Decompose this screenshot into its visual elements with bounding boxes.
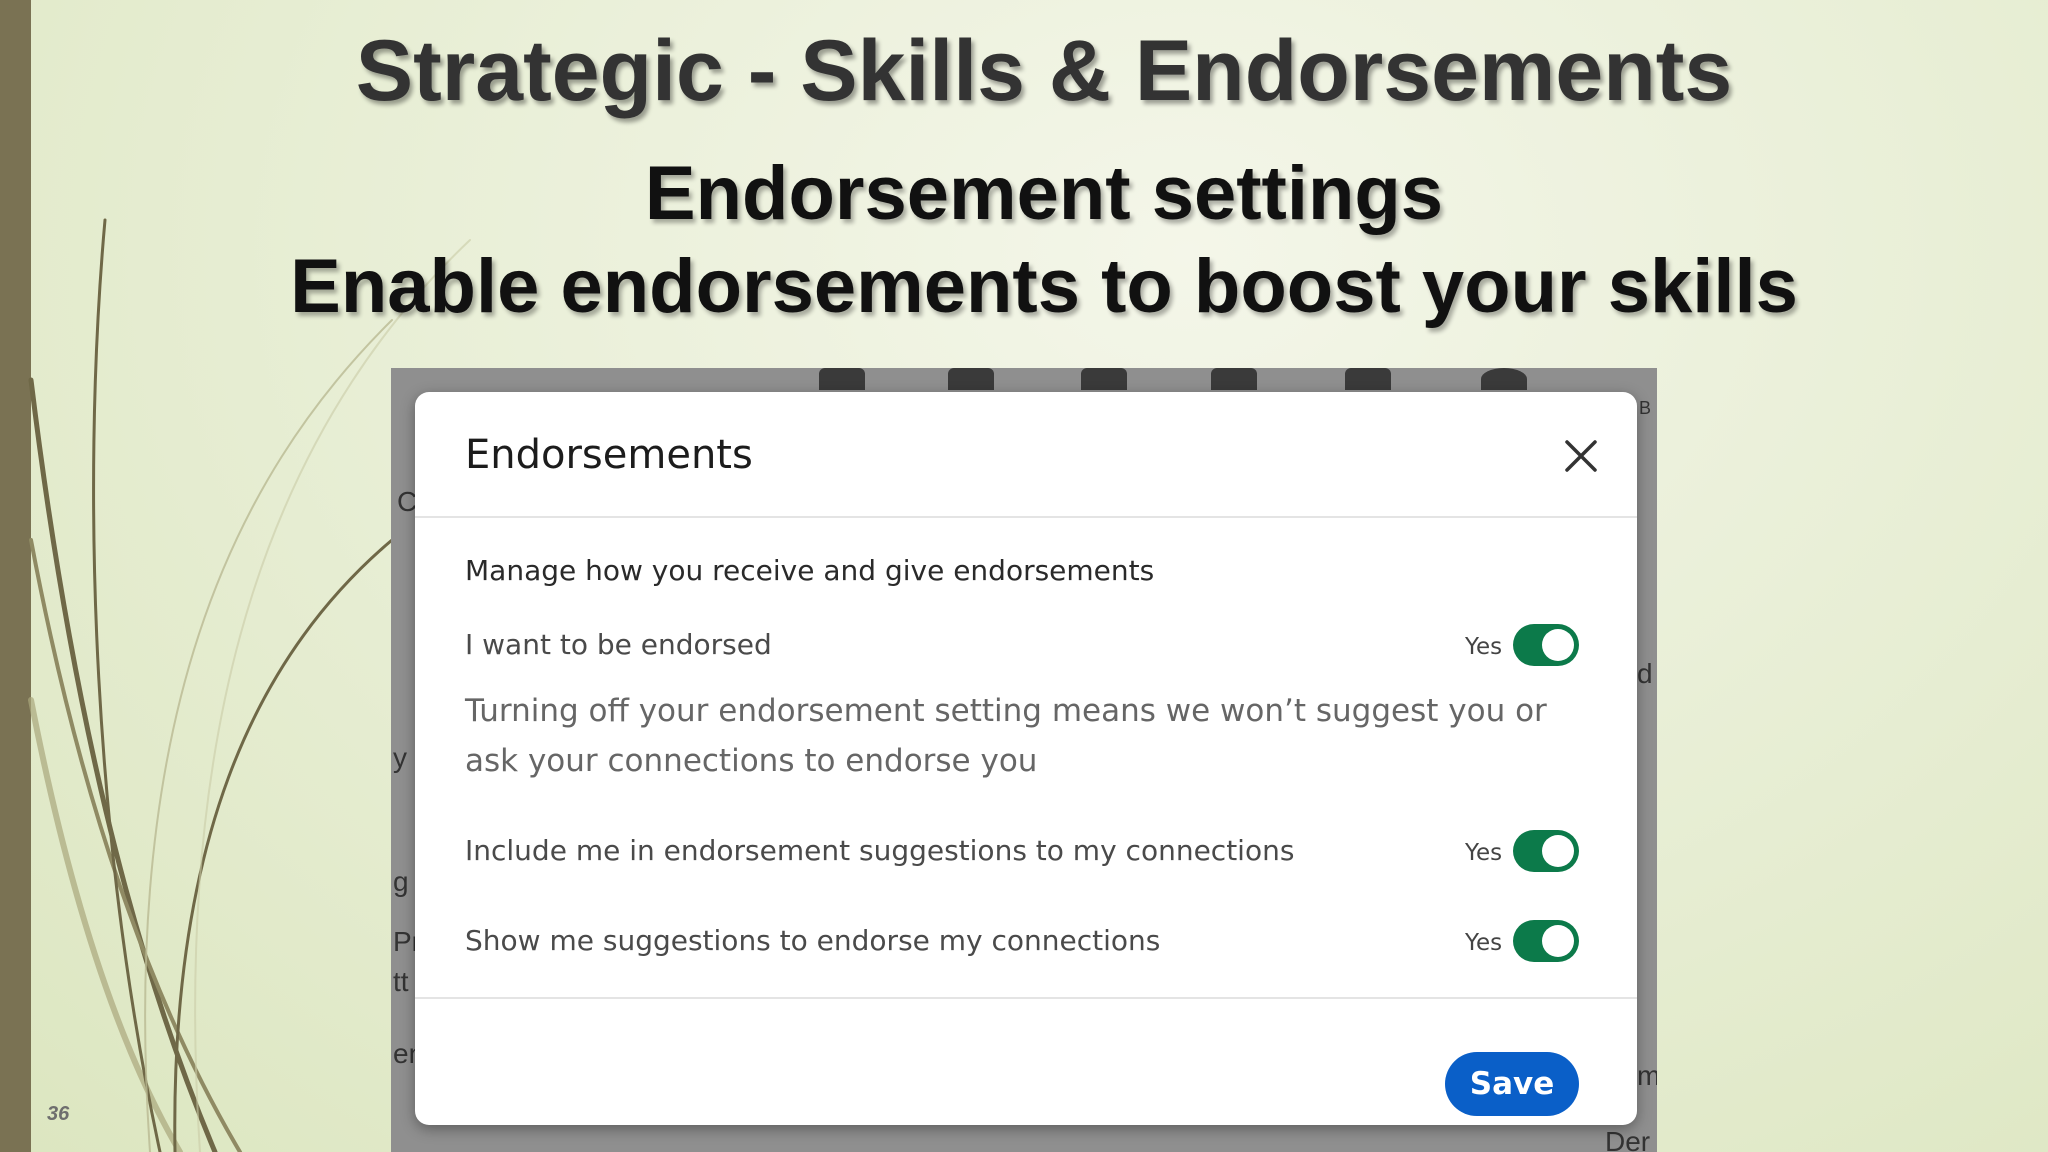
slide-title: Strategic - Skills & Endorsements <box>355 23 1733 119</box>
nav-messaging-icon <box>1211 368 1257 390</box>
close-icon[interactable] <box>1561 436 1601 476</box>
suggestions-toggle[interactable] <box>1513 830 1579 872</box>
slide-subtitle-enable: Enable endorsements to boost your skills <box>290 244 1798 329</box>
setting-suggestions-label: Include me in endorsement suggestions to… <box>465 834 1295 867</box>
nav-home-icon <box>819 368 865 390</box>
setting-suggestions-value: Yes <box>1465 840 1503 866</box>
setting-endorsed-description: Turning off your endorsement setting mea… <box>465 693 1547 779</box>
setting-show-suggestions-label: Show me suggestions to endorse my connec… <box>465 924 1161 957</box>
background-text: Der <box>1605 1126 1651 1152</box>
toggle-knob <box>1542 629 1574 661</box>
nav-network-icon <box>948 368 994 390</box>
endorsements-screenshot: C y g Pr tt en m Der d B Endorsements Ma… <box>391 368 1657 1152</box>
dialog-intro-text: Manage how you receive and give endorsem… <box>465 554 1155 587</box>
background-text: g <box>393 866 409 897</box>
endorsed-toggle[interactable] <box>1513 624 1579 666</box>
nav-jobs-icon <box>1081 368 1127 390</box>
slide-subtitle-settings: Endorsement settings <box>644 151 1444 236</box>
background-text: tt <box>393 966 409 997</box>
background-text: y <box>393 742 407 773</box>
setting-endorsed-value: Yes <box>1465 634 1503 660</box>
background-text: m <box>1637 1060 1657 1091</box>
background-text: d <box>1637 658 1653 689</box>
nav-profile-icon <box>1481 368 1527 390</box>
dialog-title: Endorsements <box>465 432 753 478</box>
toggle-knob <box>1542 835 1574 867</box>
setting-show-suggestions-value: Yes <box>1465 930 1503 956</box>
setting-endorsed-label: I want to be endorsed <box>465 628 772 661</box>
toggle-knob <box>1542 925 1574 957</box>
slide-number: 36 <box>47 1103 70 1125</box>
save-button[interactable]: Save <box>1445 1052 1579 1116</box>
dialog-footer-divider <box>415 997 1637 999</box>
background-text: B <box>1639 398 1652 418</box>
dialog-header: Endorsements <box>415 392 1637 518</box>
nav-notifications-icon <box>1345 368 1391 390</box>
show-suggestions-toggle[interactable] <box>1513 920 1579 962</box>
endorsements-dialog: Endorsements Manage how you receive and … <box>415 392 1637 1125</box>
